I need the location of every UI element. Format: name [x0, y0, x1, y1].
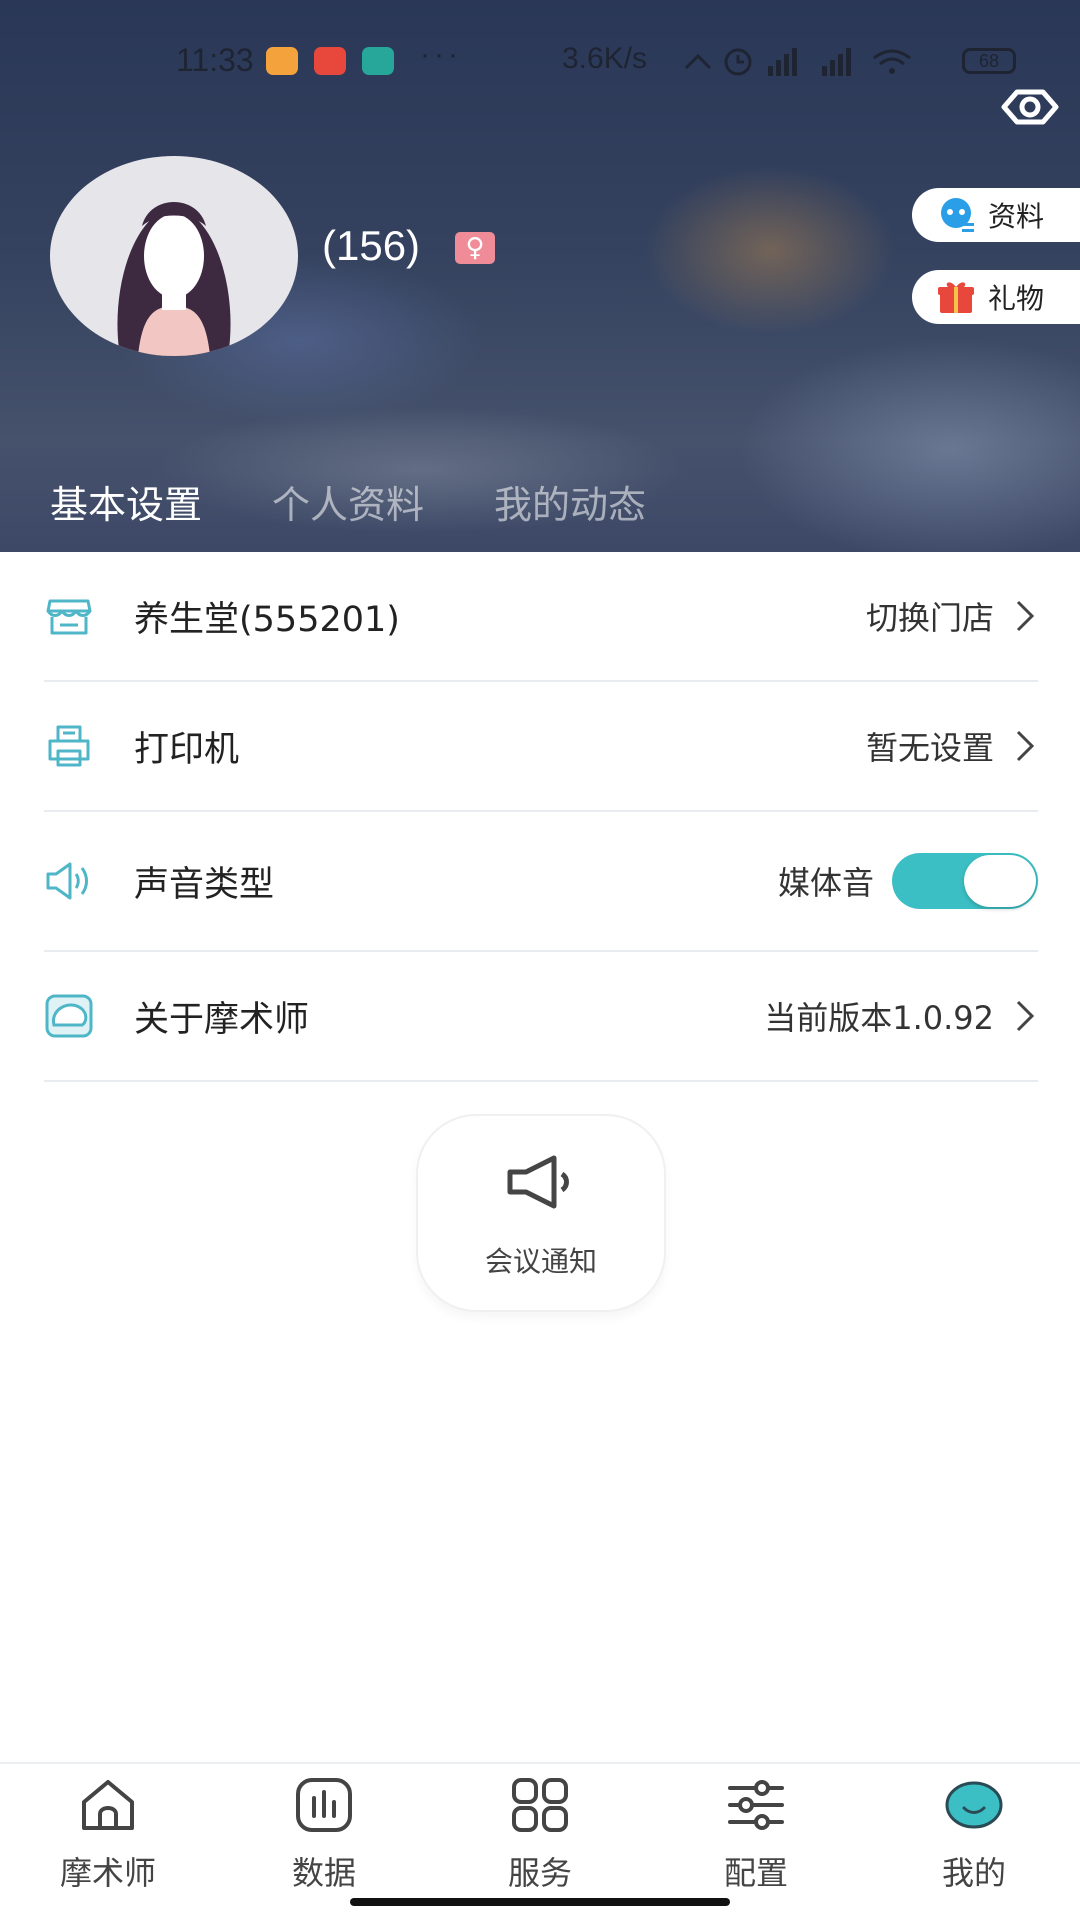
battery-indicator: 68	[962, 48, 1016, 74]
network-speed: 3.6K/s	[562, 42, 648, 75]
store-name: 养生堂(555201)	[134, 599, 400, 640]
female-gender-icon: ♀	[455, 232, 495, 264]
profile-robot-icon	[941, 198, 974, 232]
printer-icon	[48, 725, 90, 767]
speaker-icon	[46, 862, 88, 900]
sliders-icon	[728, 1780, 784, 1830]
megaphone-icon	[507, 1155, 569, 1209]
printer-label: 打印机	[134, 729, 240, 770]
sound-type-row: 声音类型 媒体音	[44, 812, 1038, 952]
more-notifications-icon: ···	[420, 38, 462, 71]
profile-header: 11:33 ··· 3.6K/s 68 (156) ♀ 资料 礼物 基本设置 个…	[0, 0, 1080, 552]
gift-label: 礼物	[988, 282, 1045, 315]
notification-app-icon	[266, 47, 298, 75]
switch-store-link[interactable]: 切换门店	[866, 593, 994, 639]
signal-wifi-icon	[684, 48, 911, 76]
notification-app-icon	[314, 47, 346, 75]
profile-tabs: 基本设置 个人资料 我的动态	[50, 474, 716, 527]
sound-type-toggle[interactable]	[892, 853, 1038, 909]
avatar-silhouette-icon	[117, 202, 231, 356]
app-version: 当前版本1.0.92	[764, 999, 994, 1037]
tab-my-posts[interactable]: 我的动态	[494, 474, 646, 527]
nav-home-label: 摩术师	[59, 1854, 156, 1892]
nav-mine-label: 我的	[941, 1854, 1006, 1892]
bottom-navigation: 摩术师 数据 服务 配置 我的	[0, 1762, 1080, 1920]
nav-data-label: 数据	[291, 1854, 356, 1892]
system-status-icons	[682, 44, 942, 85]
home-indicator[interactable]	[350, 1898, 730, 1906]
app-logo-icon	[45, 994, 93, 1038]
notification-app-icon	[362, 47, 394, 75]
eye-icon[interactable]	[1000, 82, 1060, 132]
store-icon	[46, 599, 92, 635]
smile-face-icon	[945, 1781, 1003, 1829]
gift-button[interactable]: 礼物	[912, 270, 1080, 324]
chevron-right-icon	[1016, 730, 1035, 762]
toggle-knob	[964, 855, 1036, 907]
nav-mine[interactable]: 我的	[904, 1776, 1044, 1894]
nav-services[interactable]: 服务	[470, 1776, 610, 1894]
data-chart-icon	[296, 1778, 352, 1832]
printer-row[interactable]: 打印机 暂无设置	[44, 682, 1038, 812]
chevron-right-icon	[1016, 600, 1035, 632]
avatar[interactable]	[50, 156, 298, 356]
tab-basic-settings[interactable]: 基本设置	[50, 474, 202, 527]
gift-icon	[938, 282, 974, 313]
printer-status: 暂无设置	[865, 729, 994, 767]
grid-icon	[512, 1778, 568, 1832]
nav-config[interactable]: 配置	[686, 1776, 826, 1894]
profile-info-button[interactable]: 资料	[912, 188, 1080, 242]
nav-services-label: 服务	[507, 1854, 572, 1892]
nav-config-label: 配置	[723, 1854, 788, 1892]
about-row[interactable]: 关于摩术师 当前版本1.0.92	[44, 952, 1038, 1082]
about-label: 关于摩术师	[134, 999, 310, 1040]
nav-data[interactable]: 数据	[254, 1776, 394, 1894]
meeting-notice-label: 会议通知	[484, 1245, 597, 1278]
sound-type-value: 媒体音	[777, 864, 874, 902]
meeting-notice-button[interactable]: 会议通知	[416, 1114, 666, 1312]
status-time: 11:33	[176, 42, 254, 78]
status-bar: 11:33 ··· 3.6K/s 68	[0, 36, 1080, 84]
settings-list: 养生堂(555201) 切换门店 打印机 暂无设置 声音类型 媒体音 关于摩术师…	[44, 552, 1038, 1082]
sound-type-label: 声音类型	[134, 864, 275, 905]
chevron-right-icon	[1016, 1000, 1035, 1032]
profile-info-label: 资料	[988, 200, 1045, 233]
tab-personal-info[interactable]: 个人资料	[272, 474, 424, 527]
nav-home[interactable]: 摩术师	[38, 1776, 178, 1894]
user-count: (156)	[322, 222, 421, 269]
store-row[interactable]: 养生堂(555201) 切换门店	[44, 552, 1038, 682]
home-icon	[82, 1780, 134, 1830]
